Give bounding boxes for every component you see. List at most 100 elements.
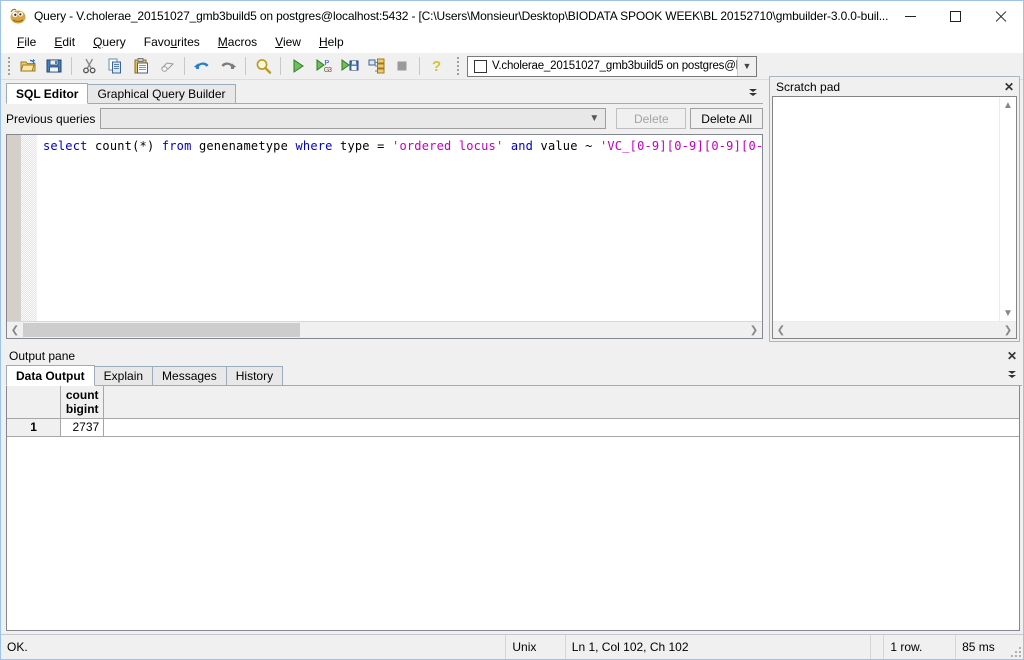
tab-data-output-label: Data Output	[16, 368, 85, 383]
menu-favourites[interactable]: Favourites	[135, 33, 209, 51]
menu-bar: File Edit Query Favourites Macros View H…	[1, 31, 1023, 53]
sql-token: from	[161, 139, 199, 153]
redo-icon[interactable]	[216, 55, 240, 78]
scrollbar-track[interactable]	[23, 322, 746, 338]
tab-graphical-query-builder-label: Graphical Query Builder	[97, 87, 226, 101]
cancel-query-icon[interactable]	[390, 55, 414, 78]
scroll-right-icon[interactable]: ❯	[746, 322, 762, 338]
scratch-pad-body[interactable]: ▲ ▼ ❮ ❯	[772, 96, 1017, 339]
scratch-pad-horizontal-scrollbar[interactable]: ❮ ❯	[773, 321, 1016, 338]
tab-explain-label: Explain	[103, 369, 144, 383]
sql-token: 'ordered locus'	[392, 139, 504, 153]
toolbar-separator	[71, 57, 72, 75]
sql-token: select	[43, 139, 95, 153]
sql-editor-panel: SQL Editor Graphical Query Builder Previ…	[6, 83, 763, 342]
explain-options-icon[interactable]	[364, 55, 388, 78]
connection-combo[interactable]: V.cholerae_20151027_gmb3build5 on postgr…	[467, 55, 757, 77]
scratch-pad-textarea[interactable]	[773, 97, 999, 321]
explain-query-icon[interactable]: P G 3	[312, 55, 336, 78]
delete-query-label: Delete	[633, 111, 669, 126]
output-pane-header: Output pane ✕	[4, 347, 1022, 365]
paste-icon[interactable]	[129, 55, 153, 78]
scrollbar-track[interactable]	[789, 322, 1000, 338]
scroll-left-icon[interactable]: ❮	[773, 322, 789, 338]
sql-query-text[interactable]: select count(*) from genenametype where …	[37, 135, 762, 321]
menu-file[interactable]: File	[8, 33, 45, 51]
tab-history-label: History	[235, 369, 274, 383]
tab-sql-editor-label: SQL Editor	[16, 86, 79, 101]
scrollbar-thumb[interactable]	[23, 323, 300, 337]
minimize-button[interactable]	[888, 1, 933, 31]
results-body: 1 2737	[7, 418, 1019, 437]
cell-count[interactable]: 2737	[60, 418, 105, 437]
menu-help[interactable]: Help	[310, 33, 353, 51]
sql-token: value	[540, 139, 586, 153]
chevron-double-down-icon[interactable]	[1004, 367, 1020, 383]
scratch-pad-vertical-scrollbar[interactable]: ▲ ▼	[999, 97, 1016, 321]
toolbar-grip[interactable]	[5, 55, 13, 77]
sql-editor[interactable]: select count(*) from genenametype where …	[6, 134, 763, 339]
close-icon[interactable]: ✕	[1001, 79, 1017, 95]
scratch-pad-title: Scratch pad	[776, 79, 841, 94]
delete-query-button[interactable]: Delete	[616, 108, 687, 129]
data-output-grid[interactable]: count bigint 1 2737	[6, 386, 1020, 631]
table-row[interactable]: 1 2737	[7, 418, 1019, 437]
close-button[interactable]	[978, 1, 1023, 31]
title-bar: Query - V.cholerae_20151027_gmb3build5 o…	[1, 1, 1023, 31]
row-filler	[103, 418, 1019, 437]
menu-edit[interactable]: Edit	[45, 33, 84, 51]
menu-view[interactable]: View	[266, 33, 310, 51]
tab-messages-label: Messages	[162, 369, 217, 383]
editor-horizontal-scrollbar[interactable]: ❮ ❯	[7, 321, 762, 338]
output-pane: Output pane ✕ Data Output Explain Messag…	[4, 347, 1022, 635]
status-message: OK.	[1, 635, 507, 659]
scroll-right-icon[interactable]: ❯	[1000, 322, 1016, 338]
sql-token: and	[510, 139, 541, 153]
editor-fold-margin	[21, 135, 37, 321]
sql-token: =	[377, 139, 393, 153]
status-line-ending: Unix	[506, 635, 566, 659]
tab-graphical-query-builder[interactable]: Graphical Query Builder	[87, 84, 236, 103]
tab-messages[interactable]: Messages	[152, 366, 227, 385]
execute-to-file-icon[interactable]	[338, 55, 362, 78]
column-header-count[interactable]: count bigint	[60, 386, 105, 419]
clear-window-icon[interactable]	[155, 55, 179, 78]
sql-token: where	[295, 139, 341, 153]
help-icon[interactable]: ?	[425, 55, 449, 78]
grid-corner-header[interactable]	[7, 386, 62, 419]
menu-macros[interactable]: Macros	[209, 33, 266, 51]
previous-queries-row: Previous queries ▼ Delete Delete All	[6, 107, 763, 130]
chevron-double-down-icon[interactable]	[745, 85, 761, 101]
open-file-icon[interactable]	[16, 55, 40, 78]
sql-panel-tabs: SQL Editor Graphical Query Builder	[6, 83, 763, 104]
tab-sql-editor[interactable]: SQL Editor	[6, 83, 89, 104]
execute-query-icon[interactable]	[286, 55, 310, 78]
tab-explain[interactable]: Explain	[93, 366, 154, 385]
app-icon	[9, 7, 27, 25]
scratch-pad-header: Scratch pad ✕	[770, 77, 1019, 96]
previous-queries-combo[interactable]: ▼	[100, 108, 607, 129]
tab-history[interactable]: History	[225, 366, 284, 385]
find-replace-icon[interactable]	[251, 55, 275, 78]
toolbar-grip-2[interactable]	[454, 55, 462, 77]
close-icon[interactable]: ✕	[1004, 348, 1020, 364]
row-number[interactable]: 1	[7, 418, 62, 437]
scroll-up-icon[interactable]: ▲	[1000, 97, 1016, 113]
cut-icon[interactable]	[77, 55, 101, 78]
tab-data-output[interactable]: Data Output	[6, 365, 95, 386]
delete-all-queries-button[interactable]: Delete All	[690, 108, 763, 129]
output-pane-title: Output pane	[9, 349, 76, 363]
chevron-down-icon[interactable]: ▼	[737, 56, 756, 76]
editor-gutter	[7, 135, 21, 321]
undo-icon[interactable]	[190, 55, 214, 78]
scroll-left-icon[interactable]: ❮	[7, 322, 23, 338]
save-file-icon[interactable]	[42, 55, 66, 78]
connection-checkbox[interactable]	[474, 59, 487, 73]
scroll-down-icon[interactable]: ▼	[1000, 305, 1016, 321]
sql-token: ~	[585, 139, 600, 153]
maximize-button[interactable]	[933, 1, 978, 31]
menu-query[interactable]: Query	[84, 33, 135, 51]
copy-icon[interactable]	[103, 55, 127, 78]
resize-grip[interactable]	[1009, 645, 1021, 657]
